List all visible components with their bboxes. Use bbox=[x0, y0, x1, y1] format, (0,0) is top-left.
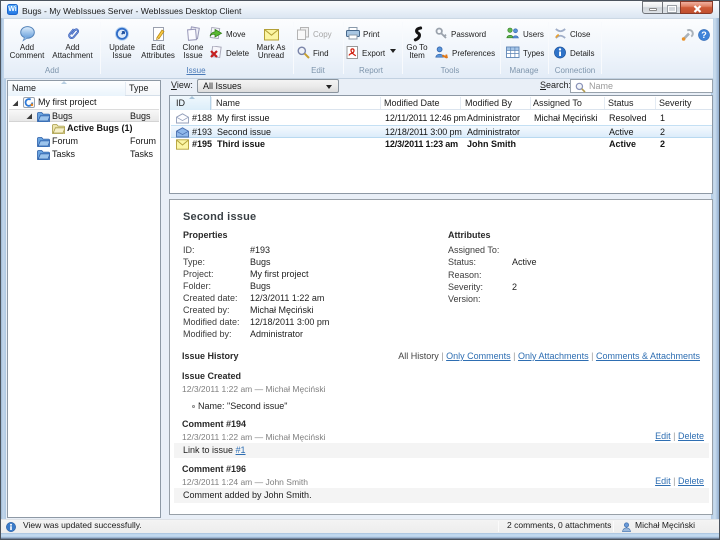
svg-text:?: ? bbox=[701, 30, 707, 40]
